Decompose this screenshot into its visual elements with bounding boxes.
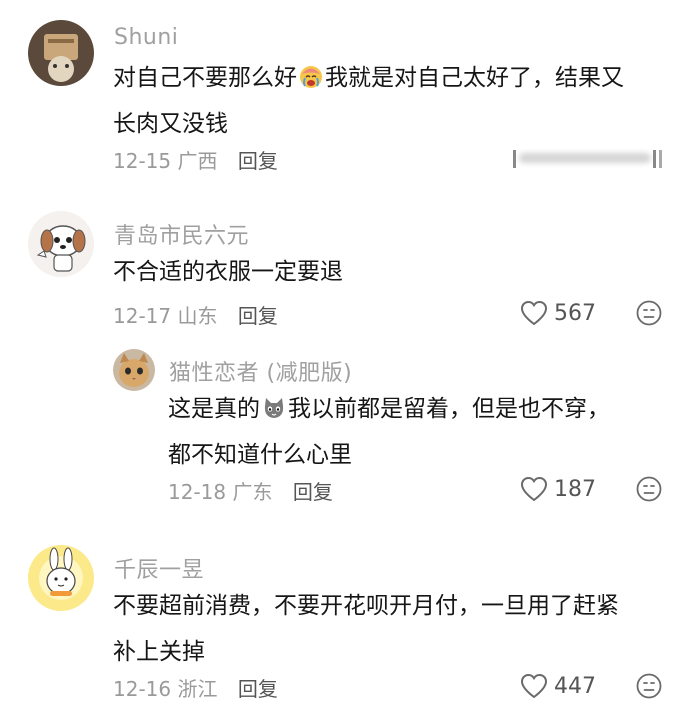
comment-text: 对自己不要那么好 我就是对自己太好了，结果又 长肉又没钱 (113, 55, 624, 147)
like-button[interactable]: 187 (520, 476, 596, 502)
reply-text: 这是真的 我以前都是留着，但是也不穿， 都不知道什么心里 (168, 386, 610, 478)
comment-date: 12-16 (113, 677, 172, 701)
comment-meta: 12-18 广东 回复 (168, 476, 333, 505)
like-button[interactable]: 567 (520, 300, 596, 326)
unhappy-face-icon[interactable] (636, 476, 662, 502)
heart-outline-icon (520, 476, 548, 502)
unhappy-face-icon[interactable] (636, 300, 662, 326)
comment-date: 12-17 (113, 304, 172, 328)
comment-location: 广西 (177, 149, 218, 173)
avatar[interactable] (28, 545, 94, 611)
heart-outline-icon (520, 300, 548, 326)
avatar[interactable] (28, 20, 94, 86)
comment-meta: 12-15 广西 回复 (113, 145, 278, 174)
username[interactable]: Shuni (114, 25, 178, 50)
comment-text-part: 对自己不要那么好 (113, 65, 297, 91)
comment-location: 浙江 (177, 677, 218, 701)
reply-text-part: 我以前都是留着，但是也不穿， (288, 396, 610, 422)
reply-button[interactable]: 回复 (293, 480, 333, 504)
username[interactable]: 青岛市民六元 (114, 218, 249, 250)
unhappy-face-icon[interactable] (636, 673, 662, 699)
comment-meta: 12-16 浙江 回复 (113, 673, 278, 702)
blurred-like-area (513, 150, 662, 168)
like-count: 187 (554, 476, 596, 502)
like-count: 447 (554, 673, 596, 699)
reply-button[interactable]: 回复 (238, 304, 278, 328)
cat-face-emoji-icon (264, 398, 284, 418)
reply-text-part: 这是真的 (168, 396, 260, 422)
comment-text-part: 长肉又没钱 (113, 111, 228, 137)
comment-text-part: 我就是对自己太好了，结果又 (325, 65, 624, 91)
username[interactable]: 猫性恋者 (减肥版) (169, 355, 352, 387)
comment-date: 12-18 (168, 480, 227, 504)
reply-text-part: 都不知道什么心里 (168, 442, 352, 468)
heart-outline-icon (520, 673, 548, 699)
comment-location: 广东 (232, 480, 273, 504)
username[interactable]: 千辰一昱 (114, 552, 204, 584)
comment-text: 不合适的衣服一定要退 (113, 259, 343, 285)
comment-text-part: 不要超前消费，不要开花呗开月付，一旦用了赶紧 (113, 593, 619, 619)
like-button[interactable]: 447 (520, 673, 596, 699)
reply-button[interactable]: 回复 (238, 149, 278, 173)
comment-text: 不要超前消费，不要开花呗开月付，一旦用了赶紧 补上关掉 (113, 583, 619, 675)
comment-location: 山东 (177, 304, 218, 328)
avatar[interactable] (113, 349, 155, 391)
comment-meta: 12-17 山东 回复 (113, 300, 278, 329)
crying-face-emoji-icon (300, 66, 322, 88)
comment-date: 12-15 (113, 149, 172, 173)
comment-text-part: 补上关掉 (113, 639, 205, 665)
reply-button[interactable]: 回复 (238, 677, 278, 701)
like-count: 567 (554, 300, 596, 326)
avatar[interactable] (28, 211, 94, 277)
